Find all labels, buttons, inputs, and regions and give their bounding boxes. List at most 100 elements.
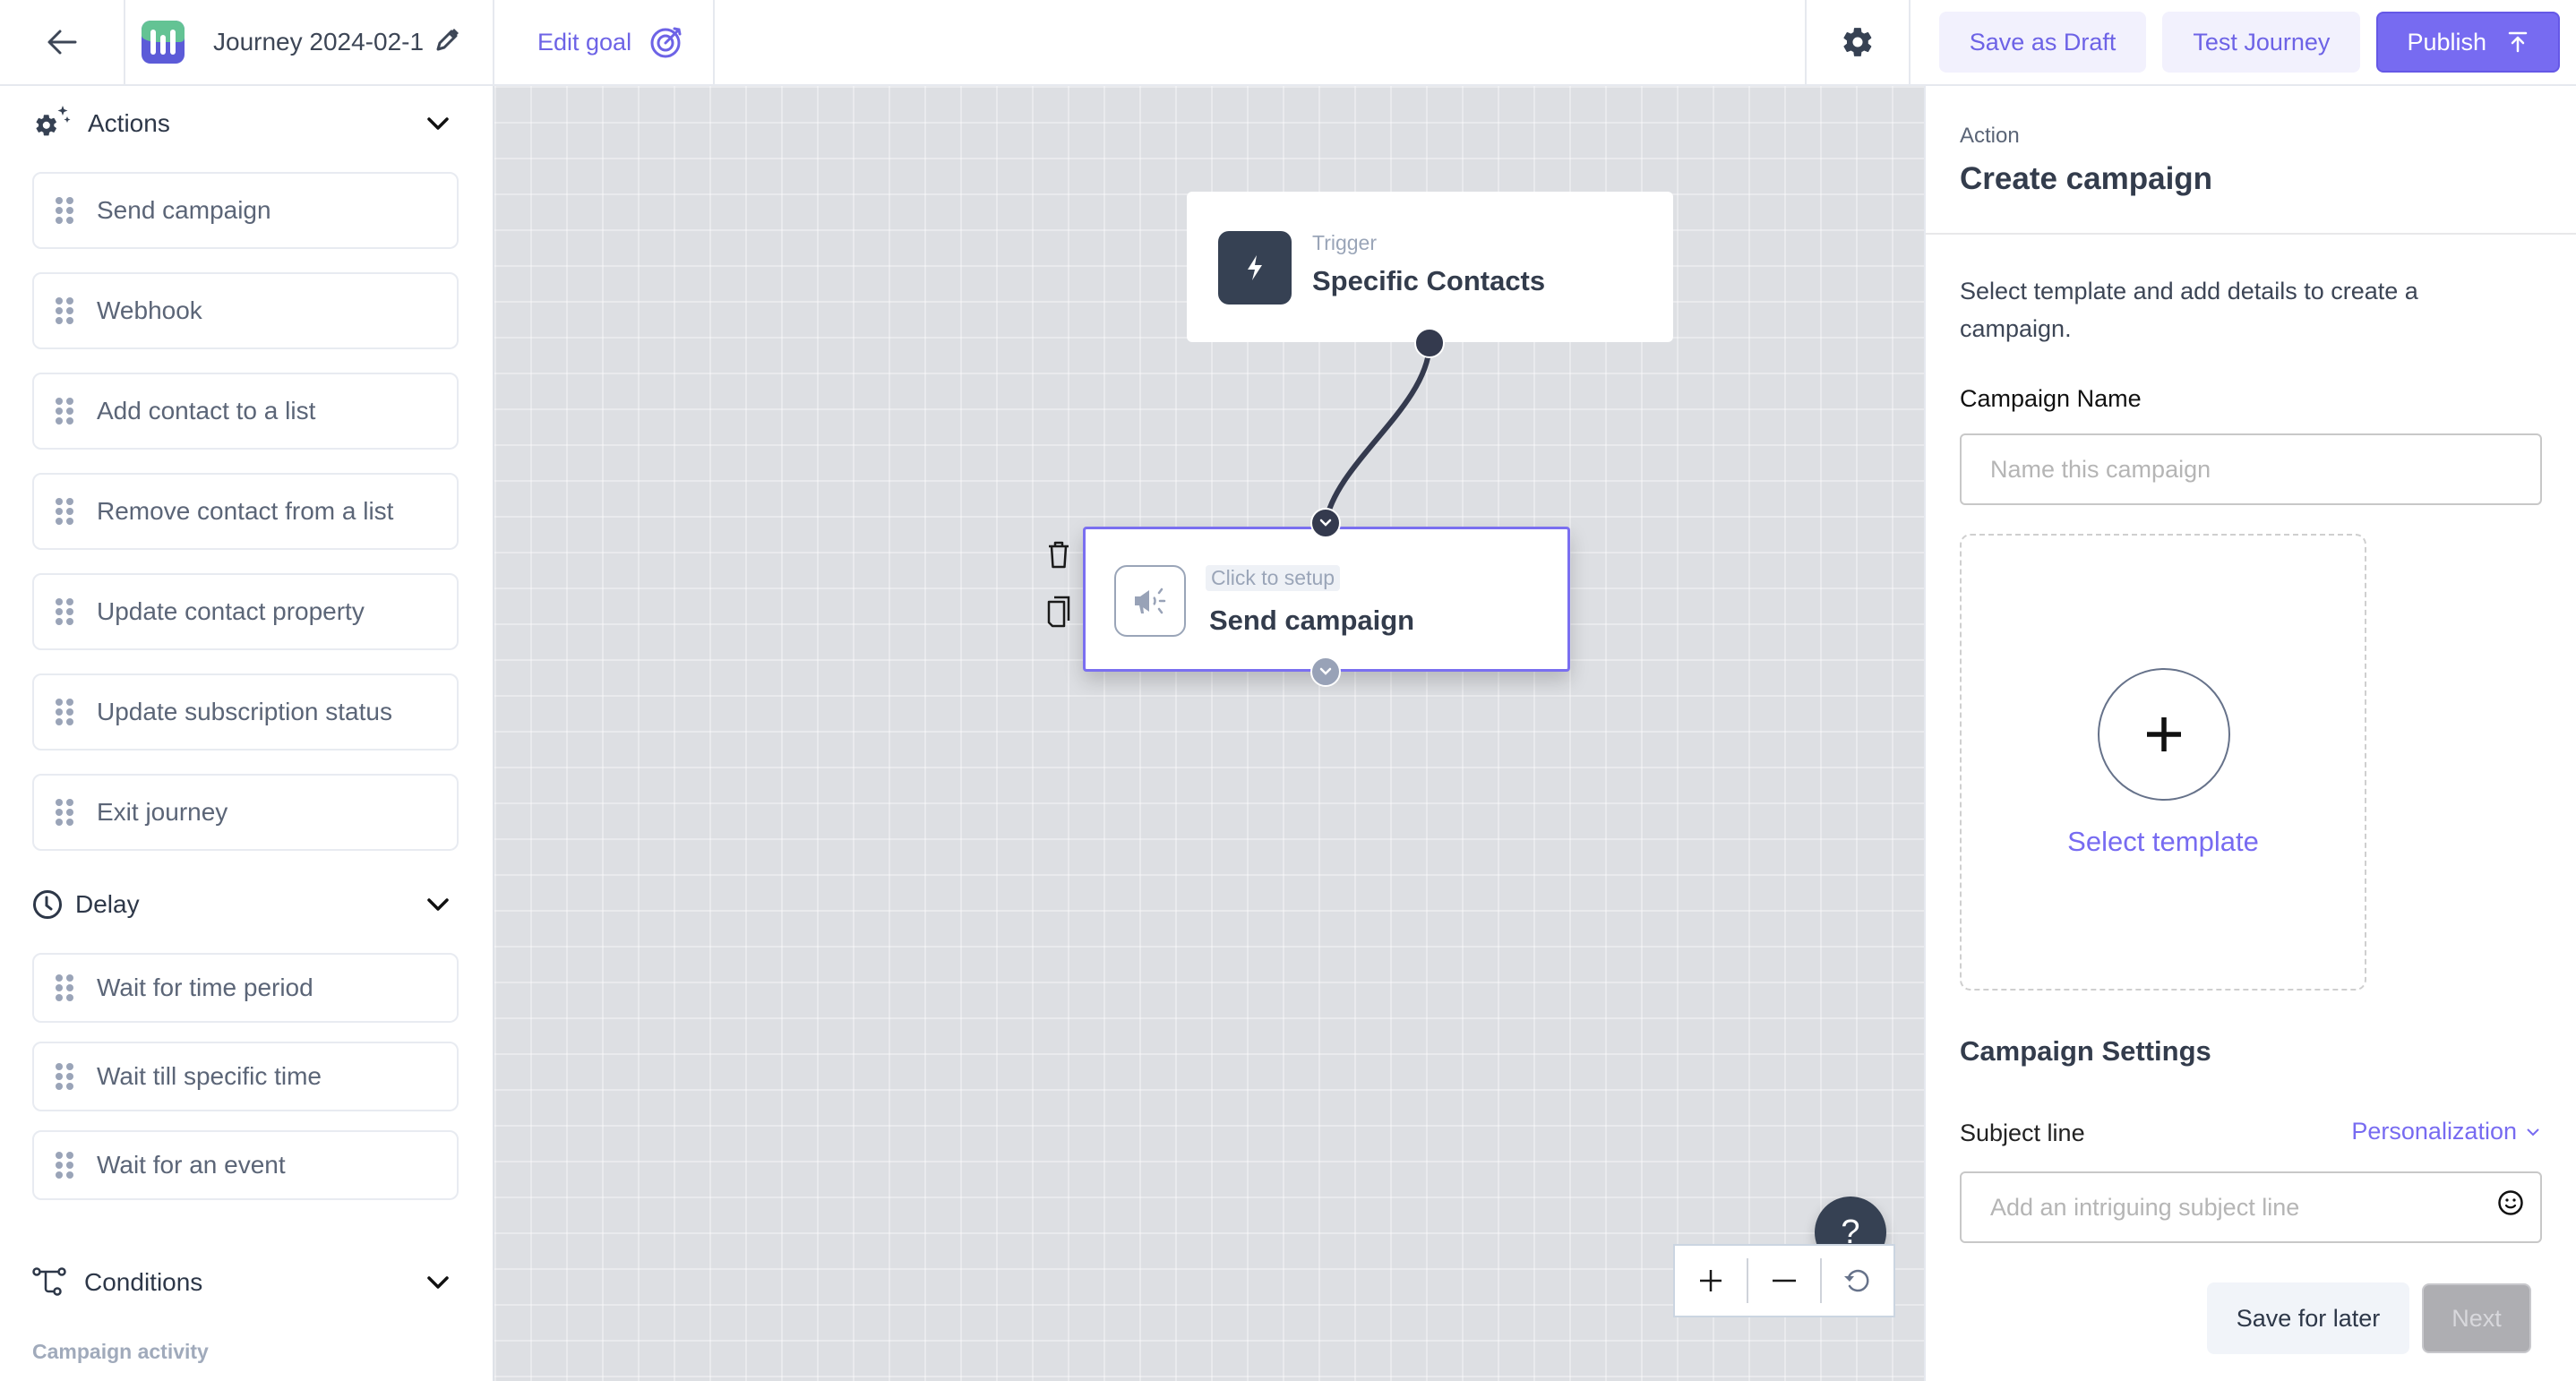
personalization-dropdown[interactable]: Personalization <box>2351 1118 2540 1145</box>
reset-icon <box>1844 1269 1869 1292</box>
edit-goal-label: Edit goal <box>537 28 632 56</box>
zoom-out-button[interactable] <box>1748 1246 1820 1316</box>
campaign-settings-heading: Campaign Settings <box>1960 1035 2211 1067</box>
palette-item-update-subscription-status[interactable]: Update subscription status <box>32 673 459 751</box>
palette-item-update-contact-property[interactable]: Update contact property <box>32 573 459 650</box>
panel-header: Action Create campaign <box>1926 86 2576 235</box>
section-actions-title: Actions <box>88 109 170 137</box>
palette-item-exit-journey[interactable]: Exit journey <box>32 774 459 851</box>
save-for-later-button[interactable]: Save for later <box>2207 1282 2409 1354</box>
trigger-kicker: Trigger <box>1312 231 1377 254</box>
campaign-name-input[interactable] <box>1960 433 2542 505</box>
publish-label: Publish <box>2407 28 2486 56</box>
palette-item-label: Webhook <box>97 296 202 324</box>
palette-item-label: Send campaign <box>97 196 271 224</box>
palette-item-remove-contact-from-list[interactable]: Remove contact from a list <box>32 473 459 550</box>
pencil-icon[interactable] <box>434 27 460 58</box>
trigger-node[interactable]: Trigger Specific Contacts <box>1187 192 1673 342</box>
next-button[interactable]: Next <box>2422 1283 2531 1353</box>
subject-line-label: Subject line <box>1960 1119 2085 1146</box>
chevron-down-icon <box>1319 519 1332 527</box>
trigger-output-handle[interactable] <box>1414 328 1445 358</box>
chevron-down-icon <box>427 898 449 911</box>
subsection-campaign-activity: Campaign activity <box>32 1340 209 1363</box>
section-conditions-title: Conditions <box>84 1268 203 1296</box>
action-input-handle[interactable] <box>1310 508 1341 538</box>
personalization-label: Personalization <box>2351 1118 2517 1145</box>
arrow-left-icon <box>47 30 77 55</box>
chevron-down-icon <box>427 117 449 130</box>
test-journey-button[interactable]: Test Journey <box>2162 12 2361 73</box>
settings-button[interactable] <box>1804 0 1911 84</box>
panel-title: Create campaign <box>1960 161 2213 196</box>
journey-canvas[interactable]: Trigger Specific Contacts Click to setup… <box>494 86 1924 1381</box>
chevron-down-icon <box>427 1276 449 1289</box>
drag-handle-icon[interactable] <box>56 197 73 224</box>
copy-icon[interactable] <box>1046 595 1071 633</box>
palette-item-wait-for-an-event[interactable]: Wait for an event <box>32 1130 459 1200</box>
back-button[interactable] <box>0 0 125 84</box>
branch-icon <box>32 1267 66 1296</box>
action-output-handle[interactable] <box>1310 656 1341 687</box>
subject-line-input[interactable] <box>1960 1171 2542 1243</box>
reset-view-button[interactable] <box>1822 1246 1893 1316</box>
drag-handle-icon[interactable] <box>56 598 73 625</box>
top-bar: Journey 2024-02-1 Edit goal Save as Draf… <box>0 0 2576 86</box>
zoom-in-button[interactable] <box>1675 1246 1747 1316</box>
upload-arrow-icon <box>2508 31 2528 53</box>
section-actions-header[interactable]: Actions <box>32 97 460 150</box>
action-title: Send campaign <box>1209 605 1415 636</box>
save-as-draft-button[interactable]: Save as Draft <box>1938 12 2147 73</box>
megaphone-icon <box>1114 565 1186 637</box>
publish-button[interactable]: Publish <box>2376 12 2560 73</box>
clock-icon <box>33 890 62 919</box>
section-delay-header[interactable]: Delay <box>32 878 460 931</box>
drag-handle-icon[interactable] <box>56 1152 73 1179</box>
palette-item-label: Wait for an event <box>97 1151 286 1179</box>
panel-description: Select template and add details to creat… <box>1960 278 2418 342</box>
gear-sparkle-icon <box>36 106 71 136</box>
palette-item-send-campaign[interactable]: Send campaign <box>32 172 459 249</box>
palette-item-label: Wait for time period <box>97 974 313 1001</box>
add-template-button[interactable] <box>2098 668 2230 801</box>
section-conditions-header[interactable]: Conditions <box>32 1256 460 1309</box>
select-template-card[interactable]: Select template <box>1960 534 2366 991</box>
section-delay-title: Delay <box>75 890 140 918</box>
journey-builder: Journey 2024-02-1 Edit goal Save as Draf… <box>0 0 2576 1381</box>
palette-item-webhook[interactable]: Webhook <box>32 272 459 349</box>
palette-item-label: Update contact property <box>97 597 365 625</box>
emoji-picker-button[interactable] <box>2497 1189 2524 1221</box>
edit-goal-button[interactable]: Edit goal <box>494 0 715 84</box>
smiley-icon <box>2498 1190 2523 1215</box>
drag-handle-icon[interactable] <box>56 799 73 826</box>
palette-item-wait-for-time-period[interactable]: Wait for time period <box>32 953 459 1023</box>
trash-icon[interactable] <box>1046 539 1071 574</box>
palette-item-label: Add contact to a list <box>97 397 316 425</box>
node-palette-sidebar: Actions Send campaign Webhook Add contac… <box>0 86 494 1381</box>
campaign-name-label: Campaign Name <box>1960 385 2142 412</box>
drag-handle-icon[interactable] <box>56 1063 73 1090</box>
palette-item-label: Update subscription status <box>97 698 392 725</box>
lightning-icon <box>1218 231 1292 305</box>
app-logo-icon <box>142 21 185 64</box>
drag-handle-icon[interactable] <box>56 398 73 425</box>
palette-item-add-contact-to-list[interactable]: Add contact to a list <box>32 373 459 450</box>
zoom-out-icon <box>1773 1279 1796 1282</box>
drag-handle-icon[interactable] <box>56 974 73 1001</box>
journey-name[interactable]: Journey 2024-02-1 <box>213 28 425 56</box>
plus-icon <box>2147 717 2181 751</box>
chevron-down-icon <box>2527 1128 2539 1136</box>
chevron-down-icon <box>1319 667 1332 675</box>
header-actions: Save as Draft Test Journey Publish <box>1911 0 2576 84</box>
gear-icon <box>1843 28 1872 56</box>
select-template-label[interactable]: Select template <box>1962 826 2365 858</box>
trigger-title: Specific Contacts <box>1312 265 1546 296</box>
send-campaign-node[interactable]: Click to setup Send campaign <box>1083 527 1570 672</box>
panel-kicker: Action <box>1960 124 2020 148</box>
action-config-panel: Action Create campaign Select template a… <box>1924 86 2576 1381</box>
drag-handle-icon[interactable] <box>56 498 73 525</box>
drag-handle-icon[interactable] <box>56 297 73 324</box>
zoom-controls <box>1673 1244 1895 1317</box>
drag-handle-icon[interactable] <box>56 699 73 725</box>
palette-item-wait-till-specific-time[interactable]: Wait till specific time <box>32 1042 459 1111</box>
